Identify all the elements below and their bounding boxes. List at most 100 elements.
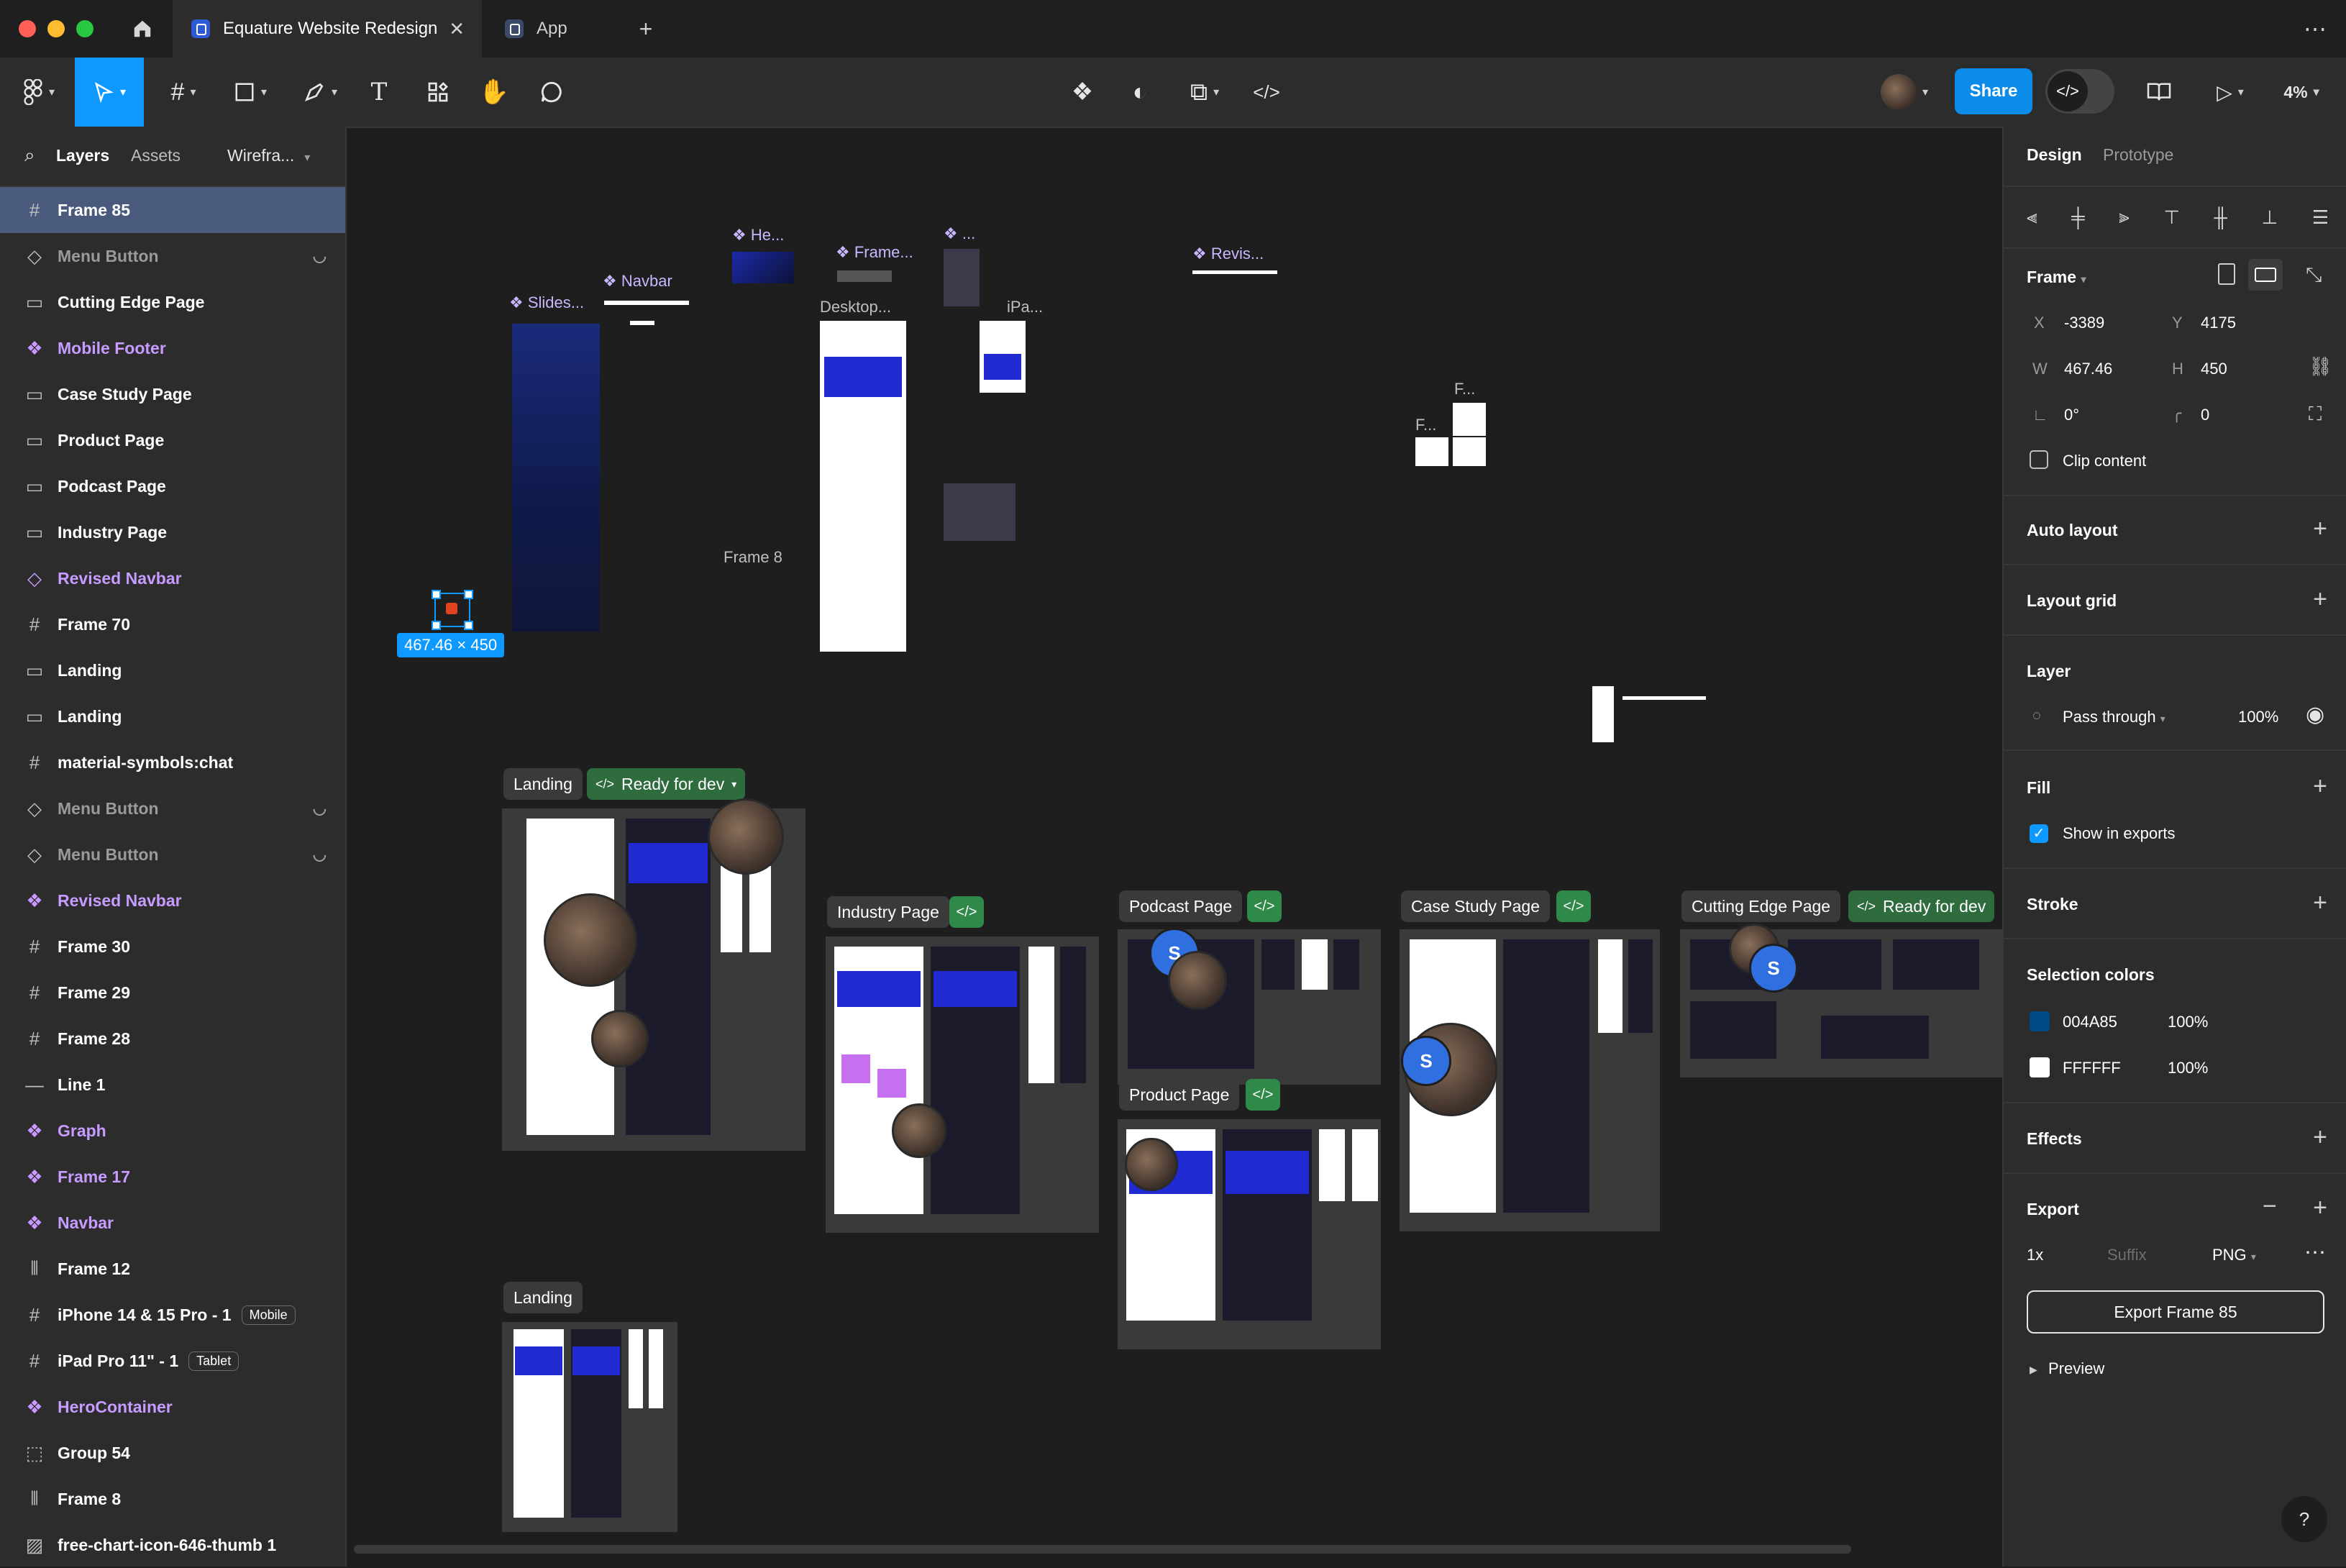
line-1[interactable] — [1622, 696, 1706, 700]
preview-toggle[interactable]: Preview — [2048, 1359, 2104, 1378]
add-auto-layout-button[interactable]: + — [2313, 515, 2327, 543]
tab-app[interactable]: App — [489, 0, 619, 58]
f-frame-2[interactable] — [1415, 437, 1448, 466]
layer-row[interactable]: ◇ Menu Button ◡ — [0, 831, 345, 878]
export-suffix-input[interactable]: Suffix — [2107, 1246, 2147, 1264]
home-tab[interactable] — [118, 0, 167, 58]
distribute-icon[interactable]: ☰ — [2312, 206, 2329, 229]
library-button[interactable] — [2140, 58, 2178, 127]
align-top-icon[interactable]: ⊤ — [2163, 206, 2180, 229]
podcast-dev-badge[interactable]: </> — [1247, 890, 1282, 922]
frame-component[interactable] — [837, 270, 892, 282]
section-product-label[interactable]: Product Page — [1119, 1079, 1240, 1111]
cutting-edge-ready-for-dev-badge[interactable]: </> Ready for dev — [1848, 890, 1995, 922]
corner-radius-input[interactable]: 0 — [2201, 406, 2209, 424]
dev-mode-toggle[interactable]: </> — [2045, 69, 2114, 114]
horizontal-scrollbar[interactable] — [354, 1545, 1851, 1554]
user-avatar-button[interactable]: ▾ — [1870, 58, 1939, 127]
new-tab-button[interactable]: + — [631, 0, 660, 58]
navbar-frame[interactable] — [604, 301, 689, 305]
dots-component-label[interactable]: ❖ ... — [944, 224, 975, 243]
disclosure-triangle-icon[interactable]: ▶ — [2030, 1364, 2037, 1376]
close-window-button[interactable] — [19, 20, 36, 37]
portrait-orientation-button[interactable] — [2218, 263, 2235, 285]
layer-row[interactable]: # iPad Pro 11" - 1 Tablet — [0, 1338, 345, 1384]
layer-row[interactable]: ▭ Landing — [0, 647, 345, 693]
layer-row[interactable]: # Frame 70 — [0, 601, 345, 647]
layer-row[interactable]: ❖ Revised Navbar — [0, 878, 345, 924]
layer-row[interactable]: # Frame 28 — [0, 1016, 345, 1062]
help-button[interactable]: ? — [2281, 1496, 2327, 1542]
share-button[interactable]: Share — [1955, 68, 2032, 114]
revised-navbar-label[interactable]: ❖ Revis... — [1192, 245, 1264, 263]
landing-ready-for-dev-badge[interactable]: </> Ready for dev ▾ — [587, 768, 746, 800]
layer-row[interactable]: # material-symbols:chat — [0, 739, 345, 785]
phone-frame[interactable] — [1592, 686, 1614, 742]
selected-frame-85[interactable] — [432, 590, 473, 630]
add-stroke-button[interactable]: + — [2313, 889, 2327, 917]
export-scale-select[interactable]: 1x — [2027, 1246, 2043, 1264]
align-left-icon[interactable]: ⫷ — [2027, 206, 2037, 229]
case-study-dev-badge[interactable]: </> — [1556, 890, 1591, 922]
section-cutting-edge[interactable] — [1680, 929, 2002, 1077]
search-icon[interactable]: ⌕ — [24, 144, 35, 167]
add-fill-button[interactable]: + — [2313, 772, 2327, 801]
layer-row[interactable]: ⦀ Frame 12 — [0, 1246, 345, 1292]
independent-corners-icon[interactable]: ⛶ — [2309, 403, 2322, 426]
section-podcast-label[interactable]: Podcast Page — [1119, 890, 1243, 922]
present-button[interactable]: ▷ ▾ — [2205, 58, 2255, 127]
align-bottom-icon[interactable]: ⊥ — [2262, 206, 2278, 229]
revised-navbar-frame[interactable] — [1192, 270, 1277, 274]
frame-component-label[interactable]: ❖ Frame... — [836, 243, 913, 262]
small-component[interactable] — [944, 249, 980, 306]
hidden-eye-icon[interactable]: ◡ — [313, 845, 327, 864]
color-opacity-2[interactable]: 100% — [2168, 1059, 2208, 1077]
f-frame-1[interactable] — [1453, 403, 1486, 436]
section-industry-label[interactable]: Industry Page — [827, 896, 949, 928]
add-layout-grid-button[interactable]: + — [2313, 585, 2327, 614]
constrain-proportions-icon[interactable]: ⛓ — [2309, 355, 2332, 378]
layer-row[interactable]: # Frame 29 — [0, 970, 345, 1016]
move-tool-button[interactable]: ▾ — [75, 58, 144, 127]
page-selector[interactable]: Wirefra... ▾ — [227, 146, 310, 165]
tab-design[interactable]: Design — [2027, 145, 2082, 165]
export-settings-more-icon[interactable]: ⋯ — [2304, 1240, 2326, 1265]
zoom-window-button[interactable] — [76, 20, 93, 37]
resources-button[interactable] — [421, 58, 455, 127]
layer-row[interactable]: ▭ Case Study Page — [0, 371, 345, 417]
components-button[interactable]: ❖ — [1064, 58, 1100, 127]
frame-tool-button[interactable]: # ▾ — [158, 58, 209, 127]
comment-tool-button[interactable] — [535, 58, 568, 127]
shape-tool-button[interactable]: ▾ — [224, 58, 276, 127]
export-format-select[interactable]: PNG ▾ — [2212, 1246, 2256, 1264]
frame-section-title[interactable]: Frame ▾ — [2027, 268, 2086, 287]
layer-opacity-input[interactable]: 100% — [2238, 708, 2278, 726]
text-tool-button[interactable]: T — [362, 58, 396, 127]
canvas[interactable]: ❖ Slides... ❖ Navbar ❖ He... ❖ Frame... … — [347, 128, 2002, 1567]
main-menu-button[interactable]: ▾ — [10, 58, 68, 127]
color-opacity-1[interactable]: 100% — [2168, 1013, 2208, 1031]
desktop-frame[interactable] — [820, 321, 906, 652]
boolean-button[interactable]: ⧉ ▾ — [1179, 58, 1230, 127]
layer-row[interactable]: ◇ Revised Navbar — [0, 555, 345, 601]
industry-dev-badge[interactable]: </> — [949, 896, 984, 928]
blend-mode-select[interactable]: Pass through ▾ — [2063, 708, 2165, 726]
frame8-label[interactable]: Frame 8 — [724, 548, 782, 567]
y-input[interactable]: 4175 — [2201, 314, 2236, 332]
layer-row[interactable]: # Frame 85 — [0, 187, 345, 233]
section-landing-label[interactable]: Landing — [503, 768, 583, 800]
layer-row[interactable]: ❖ HeroContainer — [0, 1384, 345, 1430]
hidden-eye-icon[interactable]: ◡ — [313, 799, 327, 818]
menu-button-frame[interactable] — [630, 321, 654, 325]
minimize-window-button[interactable] — [47, 20, 65, 37]
layer-row[interactable]: ▭ Cutting Edge Page — [0, 279, 345, 325]
layer-row[interactable]: ❖ Mobile Footer — [0, 325, 345, 371]
show-in-exports-checkbox[interactable]: ✓ — [2030, 824, 2048, 843]
section-cutting-edge-label[interactable]: Cutting Edge Page — [1681, 890, 1841, 922]
layer-row[interactable]: ▨ free-chart-icon-646-thumb 1 — [0, 1522, 345, 1568]
height-input[interactable]: 450 — [2201, 360, 2227, 378]
f1-label[interactable]: F... — [1454, 380, 1475, 398]
layer-row[interactable]: ◇ Menu Button ◡ — [0, 785, 345, 831]
export-frame-button[interactable]: Export Frame 85 — [2027, 1290, 2324, 1334]
layer-row[interactable]: ❖ Graph — [0, 1108, 345, 1154]
